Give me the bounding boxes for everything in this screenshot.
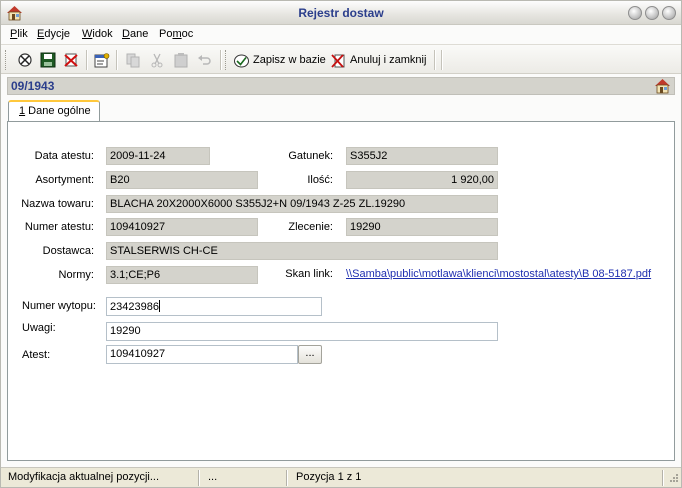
numer-atestu-label: Numer atestu: xyxy=(24,221,94,233)
asortyment-field: B20 xyxy=(106,171,258,189)
nazwa-towaru-label: Nazwa towaru: xyxy=(21,198,94,210)
status-bar: Modyfikacja aktualnej pozycji... ... Poz… xyxy=(1,467,681,487)
copy-icon xyxy=(126,53,140,68)
toolbar-grip[interactable] xyxy=(5,50,8,70)
atest-input[interactable]: 109410927 xyxy=(106,345,298,364)
delete-document-icon xyxy=(64,53,78,67)
asortyment-label: Asortyment: xyxy=(35,174,94,186)
menu-pomoc[interactable]: Pomoc xyxy=(159,28,193,40)
gatunek-label: Gatunek: xyxy=(288,150,333,162)
copy-button[interactable] xyxy=(124,51,142,69)
skan-link[interactable]: \\Samba\public\motlawa\klienci\mostostal… xyxy=(346,268,651,280)
save-database-icon xyxy=(234,54,249,67)
close-button[interactable] xyxy=(662,6,676,20)
properties-button[interactable] xyxy=(93,51,111,69)
zlecenie-label: Zlecenie: xyxy=(288,221,333,233)
properties-icon xyxy=(94,53,110,68)
menu-plik[interactable]: Plik xyxy=(10,28,28,40)
data-atestu-label: Data atestu: xyxy=(34,150,94,162)
menu-dane[interactable]: Dane xyxy=(122,28,148,40)
tab-dane-ogolne[interactable]: 1 Dane ogólne xyxy=(8,100,100,122)
toolbar-separator xyxy=(86,50,87,70)
scissors-icon xyxy=(151,53,163,68)
save-to-database-label: Zapisz w bazie xyxy=(253,54,326,66)
atest-label: Atest: xyxy=(22,349,51,361)
delete-button[interactable] xyxy=(62,51,80,69)
uwagi-label: Uwagi: xyxy=(22,322,56,334)
paste-button[interactable] xyxy=(172,51,190,69)
undo-button[interactable] xyxy=(195,51,213,69)
menu-widok[interactable]: Widok xyxy=(82,28,113,40)
numer-atestu-field: 109410927 xyxy=(106,218,258,236)
normy-label: Normy: xyxy=(58,269,94,281)
dostawca-label: Dostawca: xyxy=(42,245,94,257)
numer-wytopu-value: 23423986 xyxy=(110,301,159,313)
ilosc-label: Ilość: xyxy=(307,174,333,186)
status-middle: ... xyxy=(203,470,287,486)
status-position: Pozycja 1 z 1 xyxy=(291,470,663,486)
toolbar: Zapisz w bazie Anuluj i zamknij xyxy=(1,44,681,74)
numer-wytopu-input[interactable]: 23423986 xyxy=(106,297,322,316)
ilosc-field: 1 920,00 xyxy=(346,171,498,189)
title-bar[interactable]: Rejestr dostaw xyxy=(1,1,681,25)
maximize-button[interactable] xyxy=(645,6,659,20)
numer-wytopu-label: Numer wytopu: xyxy=(22,300,96,312)
main-window: Rejestr dostaw Plik Edycje Widok Dane Po… xyxy=(0,0,682,488)
toolbar-separator xyxy=(441,50,442,70)
cancel-close-icon xyxy=(331,53,345,68)
menu-bar: Plik Edycje Widok Dane Pomoc xyxy=(1,26,681,44)
house-icon xyxy=(655,79,670,94)
clear-filter-icon xyxy=(18,53,32,67)
atest-browse-button[interactable]: ... xyxy=(298,345,322,364)
toolbar-separator xyxy=(220,50,221,70)
resize-grip-icon[interactable] xyxy=(667,473,679,485)
paste-icon xyxy=(174,53,188,68)
save-to-database-button[interactable]: Zapisz w bazie xyxy=(233,51,326,69)
cancel-and-close-label: Anuluj i zamknij xyxy=(350,54,427,66)
toolbar-grip[interactable] xyxy=(225,50,228,70)
skan-link-label: Skan link: xyxy=(285,268,333,280)
cut-button[interactable] xyxy=(148,51,166,69)
menu-edycje[interactable]: Edycje xyxy=(37,28,70,40)
toolbar-separator xyxy=(116,50,117,70)
uwagi-input[interactable]: 19290 xyxy=(106,322,498,341)
dostawca-field: STALSERWIS CH-CE xyxy=(106,242,498,260)
zlecenie-field: 19290 xyxy=(346,218,498,236)
tab-label: 1 Dane ogólne xyxy=(19,105,91,117)
save-button[interactable] xyxy=(39,51,57,69)
clear-filter-button[interactable] xyxy=(16,51,34,69)
floppy-disk-icon xyxy=(40,52,56,68)
text-caret xyxy=(158,300,160,312)
window-title: Rejestr dostaw xyxy=(298,6,384,20)
normy-field: 3.1;CE;P6 xyxy=(106,266,258,284)
tab-panel: Data atestu: 2009-11-24 Gatunek: S355J2 … xyxy=(7,121,675,461)
gatunek-field: S355J2 xyxy=(346,147,498,165)
toolbar-separator xyxy=(434,50,435,70)
status-message: Modyfikacja aktualnej pozycji... xyxy=(3,470,199,486)
undo-icon xyxy=(198,55,211,65)
data-atestu-field: 2009-11-24 xyxy=(106,147,210,165)
nazwa-towaru-field: BLACHA 20X2000X6000 S355J2+N 09/1943 Z-2… xyxy=(106,195,498,213)
cancel-and-close-button[interactable]: Anuluj i zamknij xyxy=(330,51,426,69)
document-number: 09/1943 xyxy=(11,79,55,93)
document-header: 09/1943 xyxy=(7,77,675,95)
minimize-button[interactable] xyxy=(628,6,642,20)
